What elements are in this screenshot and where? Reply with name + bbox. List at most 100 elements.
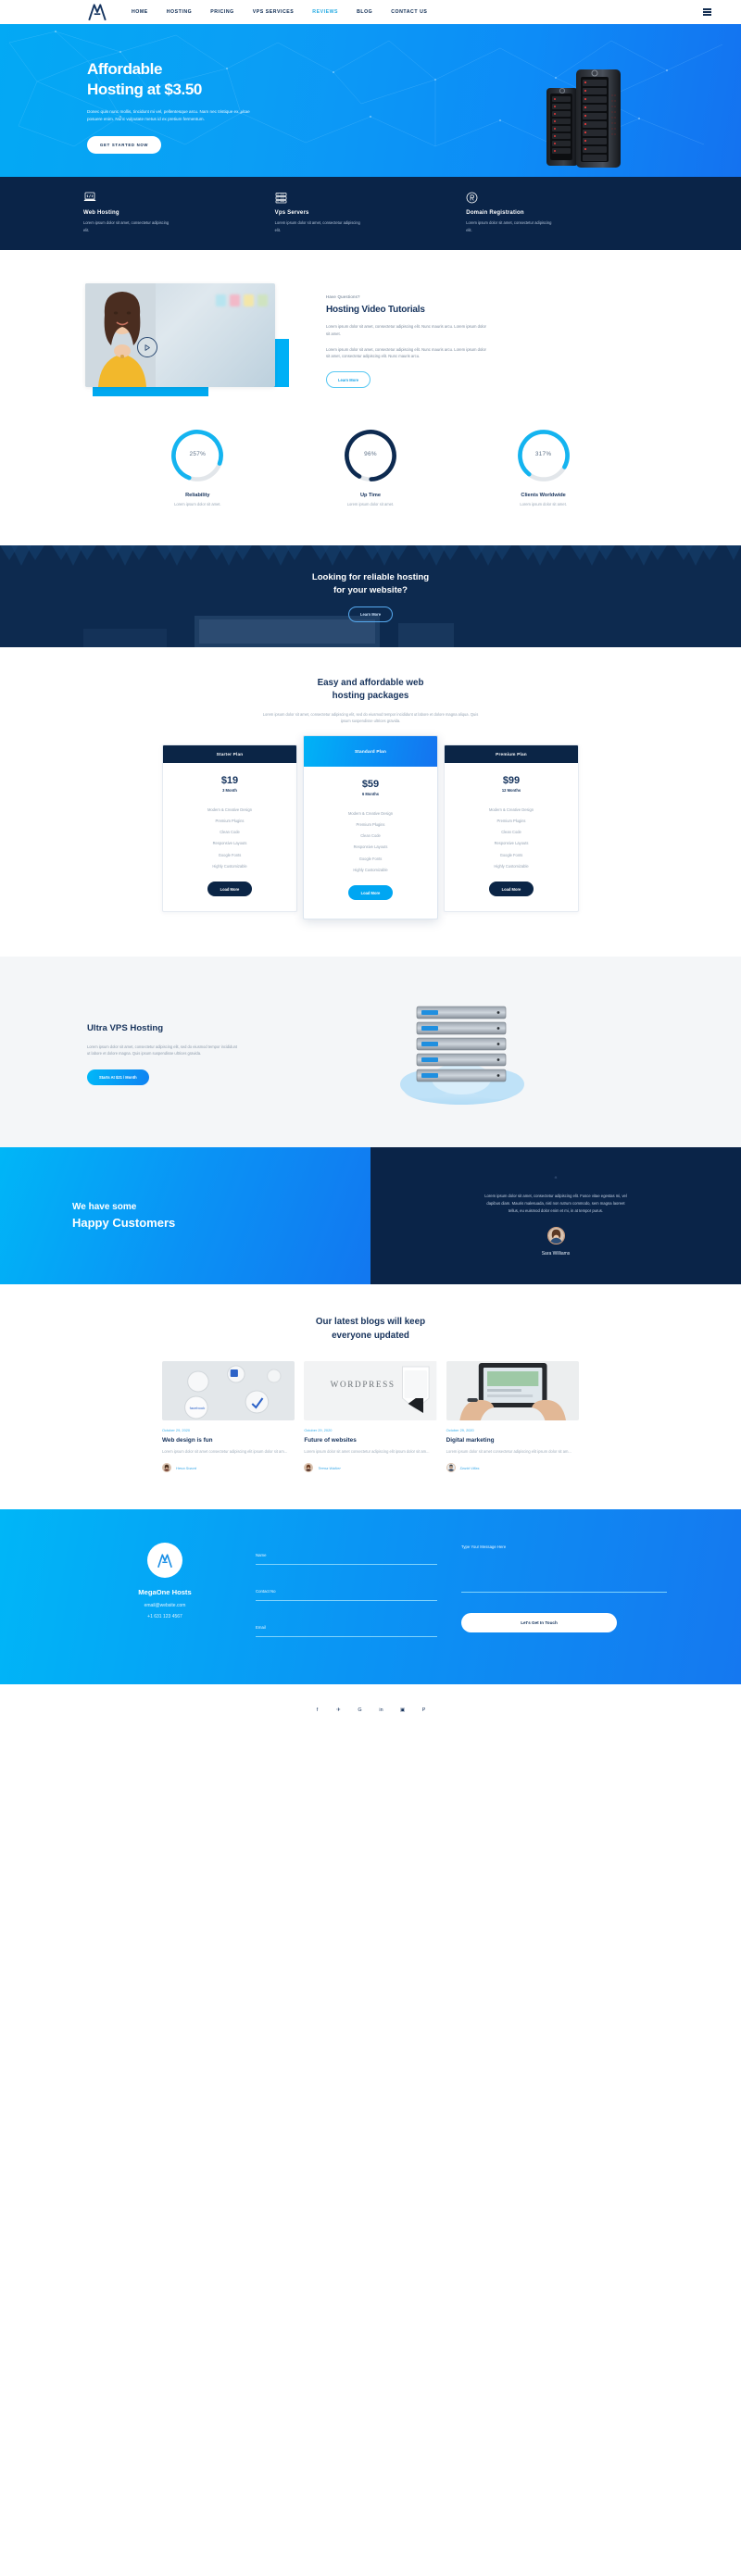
plan-card-starter[interactable]: Starter Plan $19 3 Month Modern & Creati… [162,744,297,913]
blog-title[interactable]: Web design is fun [162,1437,295,1444]
nav-item-reviews[interactable]: REVIEWS [312,9,338,15]
video-learn-more-button[interactable]: Learn More [326,371,371,389]
plan-feature-list: Modern & Creative Design Premium Plugins… [304,807,437,875]
message-textarea[interactable] [461,1544,667,1593]
vps-title: Ultra VPS Hosting [87,1022,164,1033]
play-button-icon[interactable] [137,337,157,358]
vps-price-button[interactable]: Starts At $21 / Month [87,1069,149,1086]
blog-heading-line-1: Our latest blogs will keep [315,1317,426,1328]
plan-name: Standard Plan [304,736,437,768]
feature-desc: Lorem ipsum dolor sit amet, consectetur … [466,220,552,232]
blog-author-row: Teena Walker [304,1463,436,1472]
blog-author-row: Hena Sword [162,1463,295,1472]
server-rack-icon [275,193,287,204]
blog-author-name[interactable]: Teena Walker [318,1466,340,1470]
pinterest-icon[interactable]: P [421,1707,427,1713]
plan-load-more-button[interactable]: Load More [488,882,534,897]
server-stack-cloud-icon [400,1007,524,1106]
blog-title[interactable]: Digital marketing [446,1437,579,1444]
plan-price: $19 [220,775,239,787]
instagram-icon[interactable]: ▣ [399,1707,406,1713]
blog-card-web-design[interactable]: facebook October 29, 2020 Web design is … [162,1360,295,1472]
stat-title: Reliability [185,493,210,499]
blog-date: October 29, 2020 [304,1427,333,1432]
plan-feature: Responsive Layouts [494,841,529,846]
blog-cards-list: facebook October 29, 2020 Web design is … [162,1360,579,1472]
nav-item-home[interactable]: HOME [132,9,148,15]
blog-thumbnail: facebook [162,1360,295,1420]
blog-card-future-websites[interactable]: WORDPRESS October 29, 2020 Future of web… [304,1360,437,1472]
reliability-value: 257% [189,451,207,458]
plan-period: 12 Months [501,788,521,794]
nav-item-vps-services[interactable]: VPS SERVICES [253,9,295,15]
cta-banner-section: Looking for reliable hosting for your we… [0,545,741,648]
blog-card-digital-marketing[interactable]: October 29, 2020 Digital marketing Lorem… [446,1360,579,1472]
blog-title[interactable]: Future of websites [304,1437,436,1444]
cta-line-2: for your website? [333,584,408,595]
facebook-icon[interactable]: f [314,1707,320,1713]
hero-title-line-2: Hosting at $3.50 [87,80,202,98]
name-input[interactable] [256,1553,437,1565]
plan-feature: Modern & Creative Design [207,807,252,812]
hero-title: Affordable Hosting at $3.50 [87,59,741,100]
plan-feature: Highly Customizable [494,863,529,869]
cta-line-1: Looking for reliable hosting [311,571,430,582]
plan-load-more-button[interactable]: Load More [207,882,253,897]
contact-no-field-wrapper [256,1581,437,1601]
plan-feature: Responsive Layouts [353,844,388,850]
svg-text:facebook: facebook [190,1406,207,1410]
plan-feature: Modern & Creative Design [347,810,393,816]
blog-author-row: David Villas [446,1463,579,1472]
nav-item-blog[interactable]: BLOG [357,9,372,15]
feature-domain-registration: Domain Registration Lorem ipsum dolor si… [466,192,658,233]
video-thumbnail[interactable] [85,283,275,388]
feature-title: Vps Servers [274,210,309,216]
nav-item-contact-us[interactable]: CONTACT US [391,9,427,15]
stat-title: Clients Worldwide [521,493,566,499]
plan-feature: Premium Plugins [215,819,245,824]
blog-author-name[interactable]: Hena Sword [176,1466,196,1470]
plan-load-more-button[interactable]: Load More [347,885,394,901]
nav-item-pricing[interactable]: PRICING [210,9,233,15]
pricing-plans-list: Starter Plan $19 3 Month Modern & Creati… [162,735,579,920]
megaone-logo-icon[interactable] [87,3,107,21]
email-input[interactable] [256,1625,437,1637]
nav-item-hosting[interactable]: HOSTING [167,9,192,15]
pricing-heading-line-1: Easy and affordable web [317,678,424,689]
blog-heading: Our latest blogs will keep everyone upda… [0,1316,741,1342]
cta-learn-more-button[interactable]: Learn More [347,606,394,622]
video-paragraph-2: Lorem ipsum dolor sit amet, consectetur … [326,346,486,359]
uptime-value: 96% [364,451,377,458]
blog-author-avatar [446,1463,456,1472]
statistics-section: 257% Reliability Lorem ipsum dolor sit a… [0,406,741,546]
plan-card-standard[interactable]: Standard Plan $59 6 Months Modern & Crea… [303,735,438,920]
footer: f ✈ G in ▣ P [0,1684,741,1730]
get-started-button[interactable]: GET STARTED NOW [87,136,162,155]
quote-mark-icon: “ [554,1174,558,1184]
testimonial-heading-line-1: We have some [72,1202,137,1213]
video-thumbnail-block [83,283,310,397]
name-field-wrapper [256,1544,437,1565]
submit-contact-button[interactable]: Let's Get In Touch [461,1613,617,1632]
twitter-icon[interactable]: ✈ [335,1707,342,1713]
bokeh-lights [216,294,268,307]
registered-trademark-icon [466,192,478,204]
contact-phone-text[interactable]: +1 631 123 4567 [74,1614,256,1619]
testimonial-quote: Lorem ipsum dolor sit amet, consectetur … [484,1193,627,1214]
blog-section: Our latest blogs will keep everyone upda… [0,1284,741,1509]
vps-hosting-section: Ultra VPS Hosting Lorem ipsum dolor sit … [0,957,741,1148]
contact-number-input[interactable] [256,1589,437,1601]
hamburger-menu-icon[interactable] [703,8,711,16]
blog-author-name[interactable]: David Villas [460,1466,480,1470]
plan-card-premium[interactable]: Premium Plan $99 12 Months Modern & Crea… [444,744,579,913]
plan-period: 6 Months [362,792,379,797]
plan-name: Premium Plan [445,745,578,764]
feature-web-hosting: Web Hosting Lorem ipsum dolor sit amet, … [83,192,275,233]
hero-paragraph: Donec quis nunc mollis, tincidunt mi vel… [87,108,250,122]
linkedin-icon[interactable]: in [378,1707,384,1713]
contact-email-text[interactable]: email@website.com [74,1603,256,1608]
main-nav-links: HOME HOSTING PRICING VPS SERVICES REVIEW… [132,9,427,15]
feature-title: Domain Registration [466,210,524,216]
blog-date: October 29, 2020 [446,1427,474,1432]
google-plus-icon[interactable]: G [357,1707,363,1713]
